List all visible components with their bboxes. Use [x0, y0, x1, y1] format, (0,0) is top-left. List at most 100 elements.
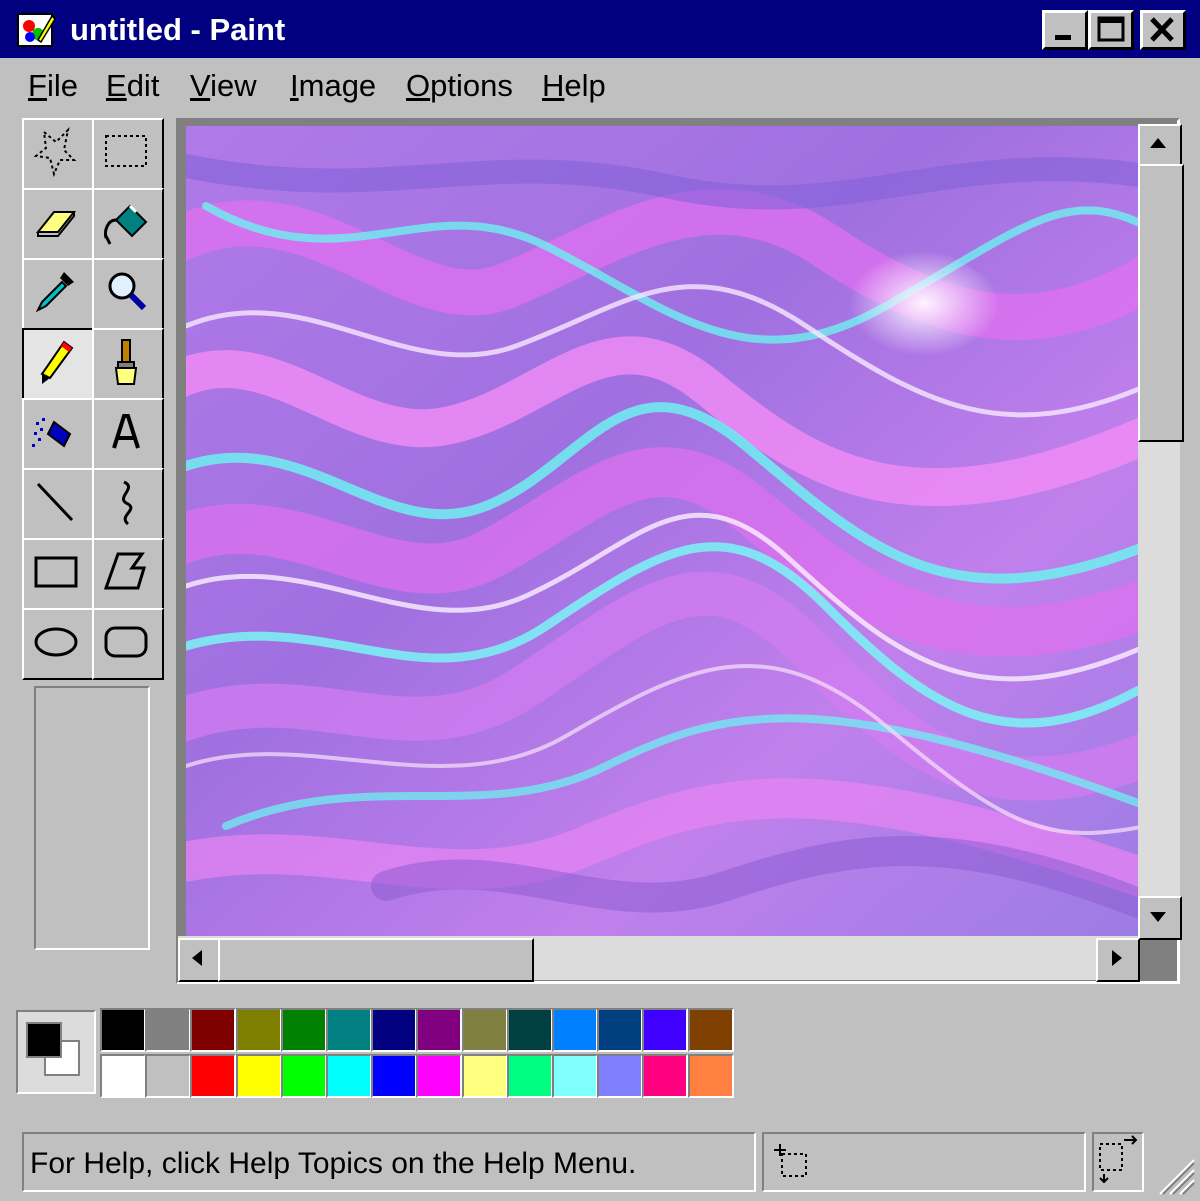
menu-bar: File Edit View Image Options Help — [0, 58, 1200, 114]
tool-pick-color[interactable] — [22, 258, 94, 330]
eyedropper-icon — [35, 272, 74, 313]
tool-rounded-rectangle[interactable] — [92, 608, 164, 680]
selection-size-icon — [1099, 1135, 1138, 1184]
close-button[interactable] — [1140, 10, 1186, 50]
window-title: untitled - Paint — [70, 12, 286, 47]
scroll-right-button[interactable] — [1096, 938, 1140, 982]
palette-swatch[interactable] — [190, 1054, 237, 1098]
tool-magnifier[interactable] — [92, 258, 164, 330]
vertical-scroll-thumb[interactable] — [1138, 164, 1184, 442]
curve-icon — [121, 480, 133, 526]
magnifier-icon — [108, 272, 147, 311]
palette-swatch[interactable] — [416, 1008, 463, 1052]
menu-view[interactable]: View — [190, 68, 257, 104]
palette-swatch[interactable] — [597, 1008, 644, 1052]
eraser-icon — [35, 211, 77, 237]
text-icon — [112, 414, 140, 449]
tool-ellipse[interactable] — [22, 608, 94, 680]
minimize-button[interactable] — [1042, 10, 1088, 50]
palette-swatch[interactable] — [190, 1008, 237, 1052]
tool-select[interactable] — [92, 118, 164, 190]
status-help-text: For Help, click Help Topics on the Help … — [22, 1132, 756, 1192]
palette-swatch[interactable] — [235, 1008, 282, 1052]
resize-grip[interactable] — [1150, 1150, 1196, 1196]
palette-swatch[interactable] — [145, 1008, 192, 1052]
menu-file[interactable]: File — [28, 68, 78, 104]
tool-curve[interactable] — [92, 468, 164, 540]
tool-eraser[interactable] — [22, 188, 94, 260]
palette-swatch[interactable] — [100, 1008, 146, 1052]
palette-swatch[interactable] — [552, 1054, 598, 1098]
ellipse-icon — [34, 627, 78, 657]
tool-rectangle[interactable] — [22, 538, 94, 610]
menu-options[interactable]: Options — [406, 68, 513, 104]
minimize-icon — [1055, 35, 1071, 40]
paint-bucket-icon — [104, 204, 148, 245]
palette-swatch[interactable] — [687, 1008, 734, 1052]
arrow-left-icon — [192, 950, 202, 966]
palette-swatch[interactable] — [416, 1054, 463, 1098]
title-bar[interactable]: untitled - Paint — [0, 0, 1200, 58]
arrow-down-icon — [1150, 912, 1166, 922]
resize-grip-icon — [1159, 1159, 1195, 1195]
arrow-right-icon — [1112, 950, 1122, 966]
scroll-left-button[interactable] — [178, 938, 222, 982]
palette-swatch[interactable] — [326, 1008, 372, 1052]
current-colors[interactable] — [16, 1010, 96, 1094]
line-icon — [36, 482, 74, 522]
menu-edit[interactable]: Edit — [106, 68, 159, 104]
tool-line[interactable] — [22, 468, 94, 540]
tool-polygon[interactable] — [92, 538, 164, 610]
maximize-icon — [1097, 16, 1125, 42]
canvas[interactable] — [186, 126, 1138, 936]
foreground-color-box[interactable] — [26, 1022, 62, 1058]
arrow-up-icon — [1150, 138, 1166, 148]
maximize-button[interactable] — [1088, 10, 1134, 50]
palette-swatch[interactable] — [552, 1008, 598, 1052]
rectangle-icon — [34, 556, 78, 588]
palette-swatch[interactable] — [100, 1054, 146, 1098]
polygon-icon — [103, 552, 147, 590]
cursor-position-icon — [774, 1144, 807, 1177]
palette-swatch[interactable] — [506, 1008, 553, 1052]
menu-help[interactable]: Help — [542, 68, 606, 104]
rectangle-select-icon — [105, 135, 147, 167]
palette-swatch[interactable] — [371, 1008, 418, 1052]
palette-swatch[interactable] — [642, 1008, 689, 1052]
tool-pencil[interactable] — [22, 328, 94, 400]
palette-swatch[interactable] — [371, 1054, 418, 1098]
palette-swatch[interactable] — [280, 1008, 327, 1052]
close-icon — [1150, 17, 1174, 42]
holographic-marble-artwork — [186, 126, 1138, 936]
scroll-down-button[interactable] — [1138, 896, 1182, 940]
brush-icon — [114, 339, 138, 385]
tool-airbrush[interactable] — [22, 398, 94, 470]
tool-free-form-select[interactable] — [22, 118, 94, 190]
rounded-rectangle-icon — [104, 626, 148, 658]
palette-swatch[interactable] — [687, 1054, 734, 1098]
pencil-icon — [40, 340, 74, 384]
tool-fill-with-color[interactable] — [92, 188, 164, 260]
status-selection-size — [1092, 1132, 1144, 1192]
palette-swatch[interactable] — [145, 1054, 192, 1098]
palette-swatch[interactable] — [506, 1054, 553, 1098]
palette-swatch[interactable] — [461, 1054, 508, 1098]
tool-options-box[interactable] — [34, 686, 150, 950]
palette-swatch[interactable] — [461, 1008, 508, 1052]
palette-swatch[interactable] — [280, 1054, 327, 1098]
horizontal-scrollbar[interactable] — [178, 936, 1140, 982]
paint-icon[interactable] — [16, 10, 56, 50]
free-form-select-icon — [33, 126, 77, 178]
menu-image[interactable]: Image — [290, 68, 376, 104]
palette-swatch[interactable] — [235, 1054, 282, 1098]
palette-swatch[interactable] — [642, 1054, 689, 1098]
tool-brush[interactable] — [92, 328, 164, 400]
tool-text[interactable] — [92, 398, 164, 470]
vertical-scrollbar[interactable] — [1138, 124, 1184, 940]
palette-swatch[interactable] — [326, 1054, 372, 1098]
scroll-up-button[interactable] — [1138, 124, 1182, 168]
horizontal-scroll-thumb[interactable] — [218, 938, 534, 982]
airbrush-icon — [32, 418, 72, 448]
status-cursor-position — [762, 1132, 1086, 1192]
palette-swatch[interactable] — [597, 1054, 644, 1098]
